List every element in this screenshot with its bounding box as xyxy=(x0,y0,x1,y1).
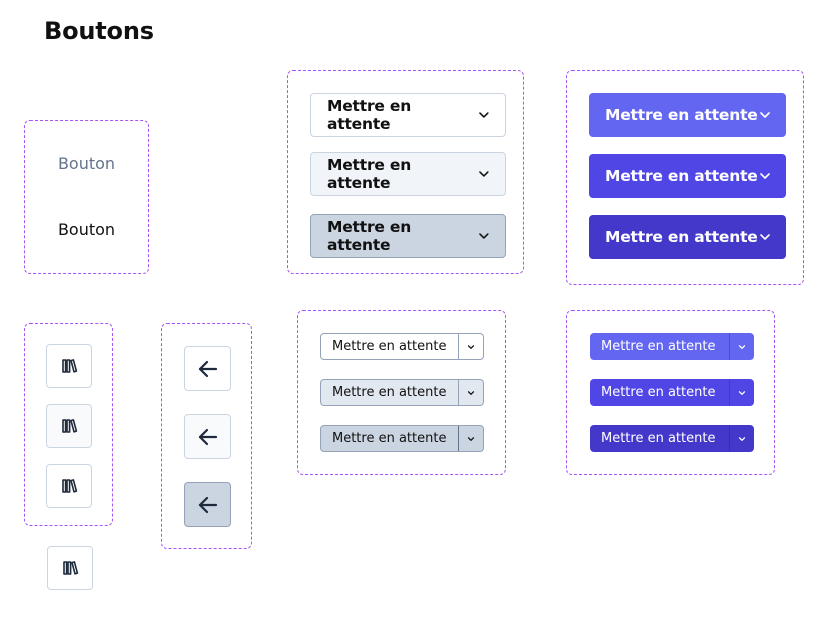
text-button-muted[interactable]: Bouton xyxy=(24,154,149,173)
dropdown-button-hover[interactable]: Mettre en attente xyxy=(310,152,506,196)
split-button-label: Mettre en attente xyxy=(332,431,447,446)
arrow-left-icon xyxy=(198,360,217,377)
back-button-active[interactable] xyxy=(184,482,231,527)
dropdown-button-label: Mettre en attente xyxy=(605,228,758,246)
chevron-down-icon xyxy=(738,344,746,349)
split-button-toggle[interactable] xyxy=(729,379,754,406)
split-button-label: Mettre en attente xyxy=(601,339,716,354)
primary-dropdown-button-hover[interactable]: Mettre en attente xyxy=(589,154,786,198)
chevron-down-icon xyxy=(467,344,475,349)
dropdown-button-label: Mettre en attente xyxy=(327,97,412,133)
library-icon xyxy=(62,359,78,373)
page-title: Boutons xyxy=(44,17,154,45)
library-icon-button-default[interactable] xyxy=(46,344,92,388)
split-button-toggle[interactable] xyxy=(458,426,483,451)
dropdown-button-label: Mettre en attente xyxy=(605,106,758,124)
split-button-default[interactable]: Mettre en attente xyxy=(320,333,484,360)
dropdown-button-default[interactable]: Mettre en attente xyxy=(310,93,506,137)
back-button-hover[interactable] xyxy=(184,414,231,459)
chevron-down-icon xyxy=(479,171,489,177)
dropdown-button-active[interactable]: Mettre en attente xyxy=(310,214,506,258)
text-button[interactable]: Bouton xyxy=(24,220,149,239)
split-button-active[interactable]: Mettre en attente xyxy=(320,425,484,452)
split-button-toggle[interactable] xyxy=(729,425,754,452)
library-icon-button-active[interactable] xyxy=(46,464,92,508)
arrow-left-icon xyxy=(198,428,217,445)
split-button-hover[interactable]: Mettre en attente xyxy=(320,379,484,406)
arrow-left-icon xyxy=(198,496,217,513)
primary-split-button-hover[interactable]: Mettre en attente xyxy=(590,379,754,406)
chevron-down-icon xyxy=(760,234,770,240)
back-button-default[interactable] xyxy=(184,346,231,391)
dropdown-button-label: Mettre en attente xyxy=(605,167,758,185)
chevron-down-icon xyxy=(760,112,770,118)
split-button-label: Mettre en attente xyxy=(601,431,716,446)
split-button-toggle[interactable] xyxy=(458,334,483,359)
split-button-label: Mettre en attente xyxy=(332,339,447,354)
chevron-down-icon xyxy=(760,173,770,179)
split-button-label: Mettre en attente xyxy=(332,385,447,400)
primary-split-button-default[interactable]: Mettre en attente xyxy=(590,333,754,360)
primary-dropdown-button-default[interactable]: Mettre en attente xyxy=(589,93,786,137)
chevron-down-icon xyxy=(479,112,489,118)
library-icon xyxy=(62,419,78,433)
chevron-down-icon xyxy=(738,390,746,395)
library-icon xyxy=(62,479,78,493)
split-button-toggle[interactable] xyxy=(729,333,754,360)
chevron-down-icon xyxy=(467,390,475,395)
dropdown-button-label: Mettre en attente xyxy=(327,218,412,254)
text-buttons-frame xyxy=(24,120,149,274)
chevron-down-icon xyxy=(467,436,475,441)
primary-dropdown-button-active[interactable]: Mettre en attente xyxy=(589,215,786,259)
dropdown-button-label: Mettre en attente xyxy=(327,156,412,192)
primary-split-button-active[interactable]: Mettre en attente xyxy=(590,425,754,452)
split-button-toggle[interactable] xyxy=(458,380,483,405)
chevron-down-icon xyxy=(479,233,489,239)
library-icon-button-hover[interactable] xyxy=(46,404,92,448)
split-button-label: Mettre en attente xyxy=(601,385,716,400)
chevron-down-icon xyxy=(738,436,746,441)
library-icon-button-standalone[interactable] xyxy=(47,546,93,590)
library-icon xyxy=(63,561,79,575)
